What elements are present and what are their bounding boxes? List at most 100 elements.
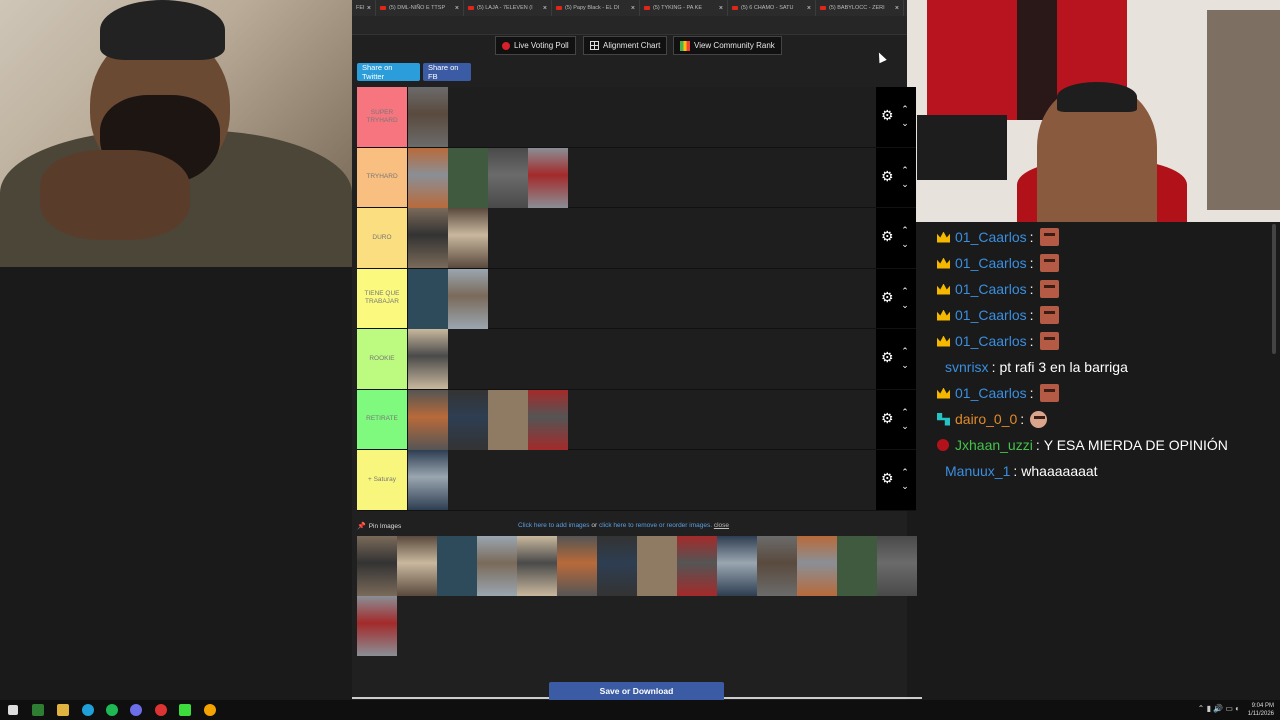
tier-image[interactable] <box>408 87 448 147</box>
close-tab-icon[interactable]: × <box>807 5 811 12</box>
chat-username[interactable]: svnrisx <box>945 359 989 375</box>
pool-image[interactable] <box>757 536 797 596</box>
browser-tab[interactable]: (5) DML-NIÑO E TTSP × <box>376 0 464 16</box>
clock[interactable]: 9:04 PM 1/11/2026 <box>1248 702 1274 718</box>
chevron-down-icon[interactable]: ⌄ <box>900 482 910 491</box>
browser-tab[interactable]: (5) LAJA - 7ELEVEN (I × <box>464 0 552 16</box>
pool-image[interactable] <box>637 536 677 596</box>
chevron-down-icon[interactable]: ⌄ <box>900 240 910 249</box>
tier-items[interactable] <box>407 329 876 389</box>
tier-label[interactable]: SUPER TRYHARD <box>357 87 407 147</box>
pool-image[interactable] <box>557 536 597 596</box>
chevron-up-icon[interactable]: ⌃ <box>900 347 910 356</box>
pool-image[interactable] <box>397 536 437 596</box>
tier-image[interactable] <box>448 389 488 450</box>
tier-image[interactable] <box>408 450 448 510</box>
tier-image[interactable] <box>408 268 448 329</box>
pool-image[interactable] <box>517 536 557 596</box>
tier-image[interactable] <box>528 389 568 450</box>
chevron-up-icon[interactable]: ⌃ <box>900 165 910 174</box>
close-tab-icon[interactable]: × <box>543 5 547 12</box>
tier-items[interactable] <box>407 389 876 450</box>
browser-tab[interactable]: FEI × <box>352 0 376 16</box>
close-tab-icon[interactable]: × <box>455 5 459 12</box>
chat-username[interactable]: Manuux_1 <box>945 463 1010 479</box>
chevron-up-icon[interactable]: ⌃ <box>900 407 910 416</box>
chat-username[interactable]: dairo_0_0 <box>955 411 1017 427</box>
pool-image[interactable] <box>437 536 477 596</box>
system-tray[interactable]: ⌃ ▮ 🔊 ▭ ◐ <box>1198 704 1240 713</box>
gear-icon[interactable]: ⚙ <box>881 411 894 425</box>
gear-icon[interactable]: ⚙ <box>881 229 894 243</box>
tier-image[interactable] <box>448 268 488 329</box>
discord-icon[interactable] <box>130 704 142 716</box>
tier-image[interactable] <box>408 329 448 389</box>
browser-tab[interactable]: (5) 6 CHAMO - SATU × <box>728 0 816 16</box>
chevron-up-icon[interactable]: ⌃ <box>900 226 910 235</box>
tier-image[interactable] <box>488 389 528 450</box>
app-icon[interactable] <box>32 704 44 716</box>
chevron-up-icon[interactable]: ⌃ <box>900 468 910 477</box>
pool-image[interactable] <box>477 536 517 596</box>
tier-image[interactable] <box>408 208 448 268</box>
chevron-down-icon[interactable]: ⌄ <box>900 119 910 128</box>
add-images-link[interactable]: Click here to add images <box>518 522 590 529</box>
spotify-icon[interactable] <box>106 704 118 716</box>
close-tab-icon[interactable]: × <box>719 5 723 12</box>
gear-icon[interactable]: ⚙ <box>881 471 894 485</box>
save-download-button[interactable]: Save or Download <box>549 682 724 700</box>
pool-image[interactable] <box>357 536 397 596</box>
share-fb-button[interactable]: Share on FB <box>423 63 471 81</box>
gear-icon[interactable]: ⚙ <box>881 108 894 122</box>
tier-image[interactable] <box>488 147 528 208</box>
gear-icon[interactable]: ⚙ <box>881 169 894 183</box>
browser-tab[interactable]: (5) Papy Black - EL DI × <box>552 0 640 16</box>
address-bar[interactable] <box>352 16 907 35</box>
tier-label[interactable]: DURO <box>357 208 407 268</box>
live-voting-button[interactable]: Live Voting Poll <box>495 36 576 55</box>
browser-tab[interactable]: (5) BABYLOCC - ZERI × <box>816 0 904 16</box>
edge-icon[interactable] <box>82 704 94 716</box>
tier-image[interactable] <box>408 147 448 208</box>
tier-label[interactable]: ROOKIE <box>357 329 407 389</box>
chat-username[interactable]: 01_Caarlos <box>955 385 1027 401</box>
start-icon[interactable] <box>8 705 18 715</box>
tier-items[interactable] <box>407 268 876 329</box>
tier-label[interactable]: TIENE QUE TRABAJAR <box>357 268 407 328</box>
chat-username[interactable]: 01_Caarlos <box>955 281 1027 297</box>
tier-items[interactable] <box>407 87 876 147</box>
pool-image[interactable] <box>597 536 637 596</box>
tier-items[interactable] <box>407 147 876 208</box>
community-rank-button[interactable]: View Community Rank <box>673 36 782 55</box>
pool-image[interactable] <box>877 536 917 596</box>
chat-username[interactable]: 01_Caarlos <box>955 333 1027 349</box>
folder-icon[interactable] <box>57 704 69 716</box>
pin-images-toggle[interactable]: 📌 Pin Images <box>357 522 401 531</box>
chat-username[interactable]: 01_Caarlos <box>955 307 1027 323</box>
green-app-icon[interactable] <box>179 704 191 716</box>
tier-label[interactable]: + Saturay <box>357 450 407 510</box>
chat-username[interactable]: 01_Caarlos <box>955 229 1027 245</box>
chevron-down-icon[interactable]: ⌄ <box>900 361 910 370</box>
tier-label[interactable]: RETIRATE <box>357 389 407 449</box>
gear-icon[interactable]: ⚙ <box>881 290 894 304</box>
chevron-up-icon[interactable]: ⌃ <box>900 105 910 114</box>
gear-icon[interactable]: ⚙ <box>881 350 894 364</box>
tier-image[interactable] <box>448 147 488 208</box>
tier-image[interactable] <box>448 208 488 268</box>
tier-image[interactable] <box>408 389 448 450</box>
chrome-icon[interactable] <box>204 704 216 716</box>
browser-tab[interactable]: (5) TYKING - PA KE × <box>640 0 728 16</box>
alignment-chart-button[interactable]: Alignment Chart <box>583 36 668 55</box>
pool-image[interactable] <box>837 536 877 596</box>
chevron-up-icon[interactable]: ⌃ <box>900 286 910 295</box>
tier-image[interactable] <box>528 147 568 208</box>
tier-items[interactable] <box>407 208 876 268</box>
remove-images-link[interactable]: click here to remove or reorder images. <box>599 522 712 529</box>
close-link[interactable]: close <box>714 522 729 529</box>
pool-image[interactable] <box>677 536 717 596</box>
pool-image[interactable] <box>357 596 397 656</box>
chat-username[interactable]: 01_Caarlos <box>955 255 1027 271</box>
tier-label[interactable]: TRYHARD <box>357 147 407 207</box>
close-tab-icon[interactable]: × <box>631 5 635 12</box>
